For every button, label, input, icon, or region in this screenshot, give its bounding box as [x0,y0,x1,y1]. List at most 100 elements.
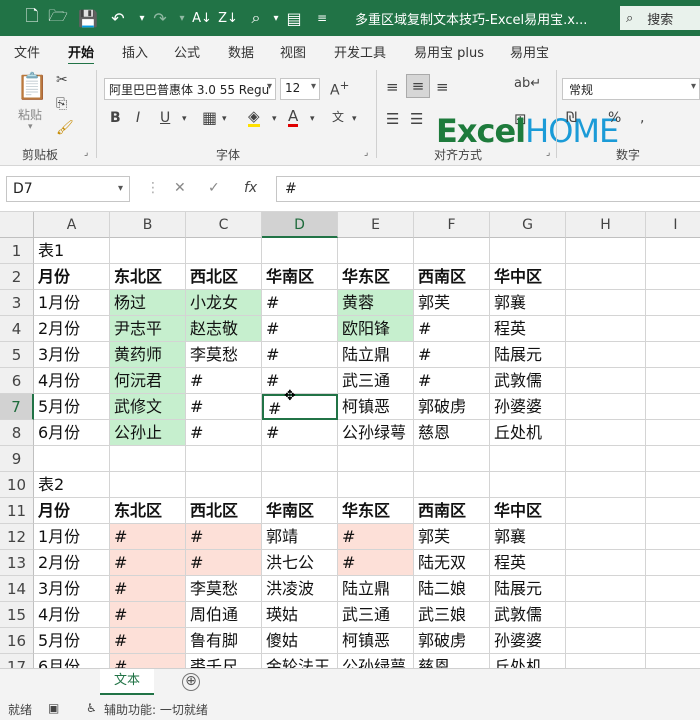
cell-h16[interactable] [566,628,646,654]
border-icon[interactable]: ▦ [202,108,217,127]
cell-e12[interactable]: # [338,524,414,550]
accessibility-status[interactable]: 辅助功能: 一切就绪 [104,701,208,718]
cell-i10[interactable] [646,472,700,498]
cell-b15[interactable]: # [110,602,186,628]
cell-i8[interactable] [646,420,700,446]
cell-f12[interactable]: 郭芙 [414,524,490,550]
tab-home[interactable]: 开始 [68,42,95,66]
tab-easytool-plus[interactable]: 易用宝 plus [414,42,484,61]
row-header-11[interactable]: 11 [0,498,34,524]
align-bottom-icon[interactable]: ≡ [436,78,449,96]
cell-e4[interactable]: 欧阳锋 [338,316,414,342]
underline-dropdown-icon[interactable]: ▾ [182,114,187,124]
cell-a16[interactable]: 5月份 [34,628,110,654]
cell-c14[interactable]: 李莫愁 [186,576,262,602]
cell-g17[interactable]: 丘处机 [490,654,566,668]
macro-record-icon[interactable]: ▣ [48,701,59,715]
paste-icon[interactable]: 📋 [16,72,48,102]
cell-h11[interactable] [566,498,646,524]
font-name-select[interactable]: 阿里巴巴普惠体 3.0 55 Regu ▾ [104,78,276,100]
cell-d12[interactable]: 郭靖 [262,524,338,550]
formula-input[interactable]: # [276,176,700,202]
row-header-2[interactable]: 2 [0,264,34,290]
cell-g6[interactable]: 武敦儒 [490,368,566,394]
cell-d11[interactable]: 华南区 [262,498,338,524]
cell-c7[interactable]: # [186,394,262,420]
cell-d3[interactable]: # [262,290,338,316]
cell-b13[interactable]: # [110,550,186,576]
cell-d17[interactable]: 金轮法王 [262,654,338,668]
cell-g14[interactable]: 陆展元 [490,576,566,602]
row-header-14[interactable]: 14 [0,576,34,602]
cell-e13[interactable]: # [338,550,414,576]
tab-file[interactable]: 文件 [14,42,40,61]
cell-a4[interactable]: 2月份 [34,316,110,342]
column-header-d[interactable]: D [262,212,338,238]
align-top-icon[interactable]: ≡ [386,78,399,96]
row-header-3[interactable]: 3 [0,290,34,316]
cell-a17[interactable]: 6月份 [34,654,110,668]
sort-az-icon[interactable]: A↓ [190,6,214,30]
column-header-f[interactable]: F [414,212,490,238]
column-header-a[interactable]: A [34,212,110,238]
cell-b3[interactable]: 杨过 [110,290,186,316]
cancel-icon[interactable]: ✕ [174,180,186,196]
add-sheet-icon[interactable]: ⊕ [182,673,200,691]
row-header-4[interactable]: 4 [0,316,34,342]
cell-h17[interactable] [566,654,646,668]
cell-h4[interactable] [566,316,646,342]
cell-b11[interactable]: 东北区 [110,498,186,524]
cell-f2[interactable]: 西南区 [414,264,490,290]
clipboard-launcher-icon[interactable]: ⌟ [84,148,88,158]
cell-h2[interactable] [566,264,646,290]
align-center-icon[interactable]: ☰ [410,110,423,128]
cell-c8[interactable]: # [186,420,262,446]
align-left-icon[interactable]: ☰ [386,110,399,128]
cell-d1[interactable] [262,238,338,264]
cell-e16[interactable]: 柯镇恶 [338,628,414,654]
cell-a3[interactable]: 1月份 [34,290,110,316]
cell-i15[interactable] [646,602,700,628]
undo-icon[interactable]: ↶ [106,6,130,30]
cell-g3[interactable]: 郭襄 [490,290,566,316]
row-header-7[interactable]: 7 [0,394,34,420]
column-header-b[interactable]: B [110,212,186,238]
cell-c6[interactable]: # [186,368,262,394]
phonetic-icon[interactable]: 文 [332,108,344,125]
cell-g4[interactable]: 程英 [490,316,566,342]
row-header-6[interactable]: 6 [0,368,34,394]
cell-f3[interactable]: 郭芙 [414,290,490,316]
tab-data[interactable]: 数据 [228,42,254,61]
cell-h12[interactable] [566,524,646,550]
number-format-select[interactable]: 常规 ▾ [562,78,700,100]
row-header-8[interactable]: 8 [0,420,34,446]
cell-e15[interactable]: 武三通 [338,602,414,628]
increase-font-icon[interactable]: A+ [330,78,349,99]
cell-e10[interactable] [338,472,414,498]
cell-g5[interactable]: 陆展元 [490,342,566,368]
cell-c5[interactable]: 李莫愁 [186,342,262,368]
row-header-17[interactable]: 17 [0,654,34,668]
cell-i1[interactable] [646,238,700,264]
format-painter-icon[interactable]: 🖌 [56,120,74,136]
cell-d6[interactable]: # [262,368,338,394]
cell-f7[interactable]: 郭破虏 [414,394,490,420]
new-file-icon[interactable]: 🗋 [20,6,44,30]
cell-c13[interactable]: # [186,550,262,576]
cell-h7[interactable] [566,394,646,420]
cell-f16[interactable]: 郭破虏 [414,628,490,654]
cell-i11[interactable] [646,498,700,524]
save-icon[interactable]: 💾 [76,6,100,30]
cell-e9[interactable] [338,446,414,472]
cell-b9[interactable] [110,446,186,472]
cell-a6[interactable]: 4月份 [34,368,110,394]
cell-f4[interactable]: # [414,316,490,342]
cell-b14[interactable]: # [110,576,186,602]
cell-g12[interactable]: 郭襄 [490,524,566,550]
fill-color-icon[interactable]: ◈ [248,108,260,127]
font-size-select[interactable]: 12 ▾ [280,78,320,100]
cell-f10[interactable] [414,472,490,498]
cell-h10[interactable] [566,472,646,498]
cell-h5[interactable] [566,342,646,368]
cell-h1[interactable] [566,238,646,264]
